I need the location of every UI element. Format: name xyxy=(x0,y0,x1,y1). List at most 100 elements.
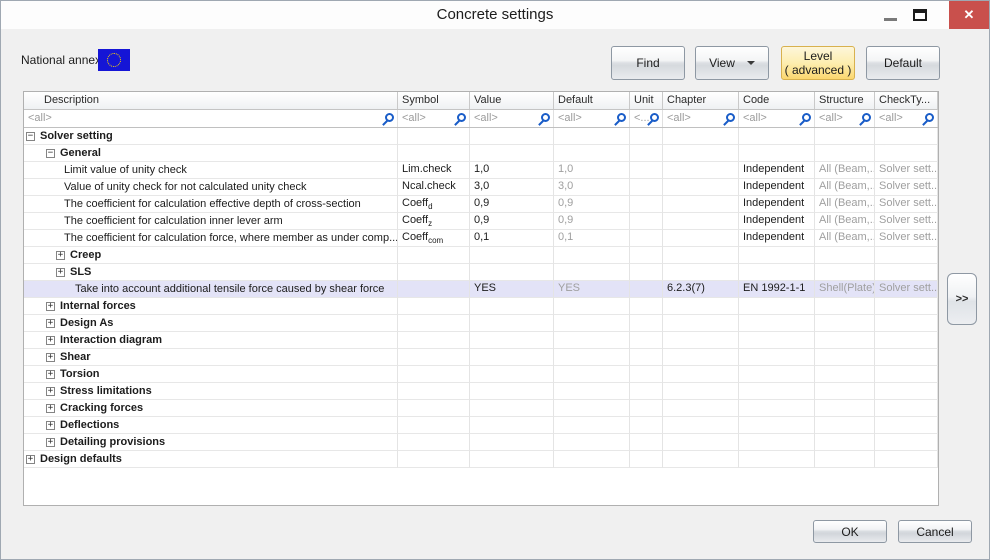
row-value[interactable] xyxy=(470,264,554,281)
filter-input-structure[interactable]: <all> xyxy=(815,110,875,127)
row-value[interactable]: 0,9 xyxy=(470,213,554,230)
expand-icon[interactable]: + xyxy=(46,353,55,362)
table-row[interactable]: +Shear xyxy=(24,349,938,366)
filter-input-code[interactable]: <all> xyxy=(739,110,815,127)
table-row[interactable]: +Interaction diagram xyxy=(24,332,938,349)
column-header-value[interactable]: Value xyxy=(470,92,554,109)
search-icon[interactable] xyxy=(922,113,934,125)
row-value[interactable]: 0,9 xyxy=(470,196,554,213)
expand-icon[interactable]: + xyxy=(26,455,35,464)
column-header-symbol[interactable]: Symbol xyxy=(398,92,470,109)
collapse-icon[interactable]: − xyxy=(26,132,35,141)
table-row[interactable]: +Detailing provisions xyxy=(24,434,938,451)
table-row[interactable]: +Cracking forces xyxy=(24,400,938,417)
table-row[interactable]: Take into account additional tensile for… xyxy=(24,281,938,298)
eu-flag-icon[interactable] xyxy=(98,49,130,71)
table-row[interactable]: + Internal forces xyxy=(24,298,938,315)
row-value[interactable] xyxy=(470,417,554,434)
table-row[interactable]: +Torsion xyxy=(24,366,938,383)
row-structure: All (Beam,... xyxy=(815,162,875,179)
row-value[interactable] xyxy=(470,298,554,315)
expand-icon[interactable]: + xyxy=(46,370,55,379)
search-icon[interactable] xyxy=(647,113,659,125)
column-header-unit[interactable]: Unit xyxy=(630,92,663,109)
table-row[interactable]: +Design As xyxy=(24,315,938,332)
search-icon[interactable] xyxy=(614,113,626,125)
filter-input-chapter[interactable]: <all> xyxy=(663,110,739,127)
row-unit xyxy=(630,383,663,400)
column-header-checktype[interactable]: CheckTy... xyxy=(875,92,938,109)
collapse-icon[interactable]: − xyxy=(46,149,55,158)
row-value[interactable]: YES xyxy=(470,281,554,298)
filter-input-checktype[interactable]: <all> xyxy=(875,110,938,127)
search-icon[interactable] xyxy=(454,113,466,125)
ok-button[interactable]: OK xyxy=(813,520,887,543)
row-structure xyxy=(815,264,875,281)
expand-icon[interactable]: + xyxy=(46,387,55,396)
search-icon[interactable] xyxy=(723,113,735,125)
table-row[interactable]: +Stress limitations xyxy=(24,383,938,400)
level-button[interactable]: Level ( advanced ) xyxy=(781,46,855,80)
expand-icon[interactable]: + xyxy=(46,319,55,328)
close-button[interactable]: ✕ xyxy=(949,1,989,29)
column-header-default[interactable]: Default xyxy=(554,92,630,109)
row-value[interactable] xyxy=(470,247,554,264)
filter-input-description[interactable]: <all> xyxy=(24,110,398,127)
find-button[interactable]: Find xyxy=(611,46,685,80)
table-row[interactable]: −General xyxy=(24,145,938,162)
table-row[interactable]: The coefficient for calculation effectiv… xyxy=(24,196,938,213)
row-value[interactable] xyxy=(470,451,554,468)
column-header-structure[interactable]: Structure xyxy=(815,92,875,109)
row-value[interactable]: 0,1 xyxy=(470,230,554,247)
filter-value: <all> xyxy=(28,112,52,124)
row-value[interactable]: 3,0 xyxy=(470,179,554,196)
table-row[interactable]: +Design defaults xyxy=(24,451,938,468)
filter-input-symbol[interactable]: <all> xyxy=(398,110,470,127)
search-icon[interactable] xyxy=(382,113,394,125)
expand-icon[interactable]: + xyxy=(46,404,55,413)
table-row[interactable]: +Deflections xyxy=(24,417,938,434)
row-chapter xyxy=(663,298,739,315)
row-value[interactable]: 1,0 xyxy=(470,162,554,179)
row-value[interactable] xyxy=(470,434,554,451)
expand-icon[interactable]: + xyxy=(46,421,55,430)
expand-icon[interactable]: + xyxy=(46,336,55,345)
view-button[interactable]: View xyxy=(695,46,769,80)
table-row[interactable]: The coefficient for calculation force, w… xyxy=(24,230,938,247)
row-value[interactable] xyxy=(470,383,554,400)
expand-panel-button[interactable]: >> xyxy=(947,273,977,325)
row-description: Internal forces xyxy=(60,299,136,314)
filter-input-unit[interactable]: <... xyxy=(630,110,663,127)
table-row[interactable]: +Creep xyxy=(24,247,938,264)
column-header-chapter[interactable]: Chapter xyxy=(663,92,739,109)
search-icon[interactable] xyxy=(859,113,871,125)
row-value[interactable] xyxy=(470,128,554,145)
column-header-description[interactable]: Description xyxy=(24,92,398,109)
row-code xyxy=(739,349,815,366)
row-value[interactable] xyxy=(470,315,554,332)
maximize-button[interactable] xyxy=(905,1,935,29)
default-button[interactable]: Default xyxy=(866,46,940,80)
row-value[interactable] xyxy=(470,332,554,349)
search-icon[interactable] xyxy=(538,113,550,125)
expand-icon[interactable]: + xyxy=(56,251,65,260)
expand-icon[interactable]: + xyxy=(46,438,55,447)
table-row[interactable]: Limit value of unity checkLim.check1,01,… xyxy=(24,162,938,179)
row-value[interactable] xyxy=(470,400,554,417)
row-value[interactable] xyxy=(470,366,554,383)
row-default xyxy=(554,366,630,383)
expand-icon[interactable]: + xyxy=(46,302,55,311)
table-row[interactable]: +SLS xyxy=(24,264,938,281)
row-value[interactable] xyxy=(470,145,554,162)
table-row[interactable]: −Solver setting xyxy=(24,128,938,145)
column-header-code[interactable]: Code xyxy=(739,92,815,109)
table-row[interactable]: Value of unity check for not calculated … xyxy=(24,179,938,196)
expand-icon[interactable]: + xyxy=(56,268,65,277)
filter-input-default[interactable]: <all> xyxy=(554,110,630,127)
filter-input-value[interactable]: <all> xyxy=(470,110,554,127)
minimize-button[interactable] xyxy=(875,1,905,29)
search-icon[interactable] xyxy=(799,113,811,125)
cancel-button[interactable]: Cancel xyxy=(898,520,972,543)
row-value[interactable] xyxy=(470,349,554,366)
table-row[interactable]: The coefficient for calculation inner le… xyxy=(24,213,938,230)
